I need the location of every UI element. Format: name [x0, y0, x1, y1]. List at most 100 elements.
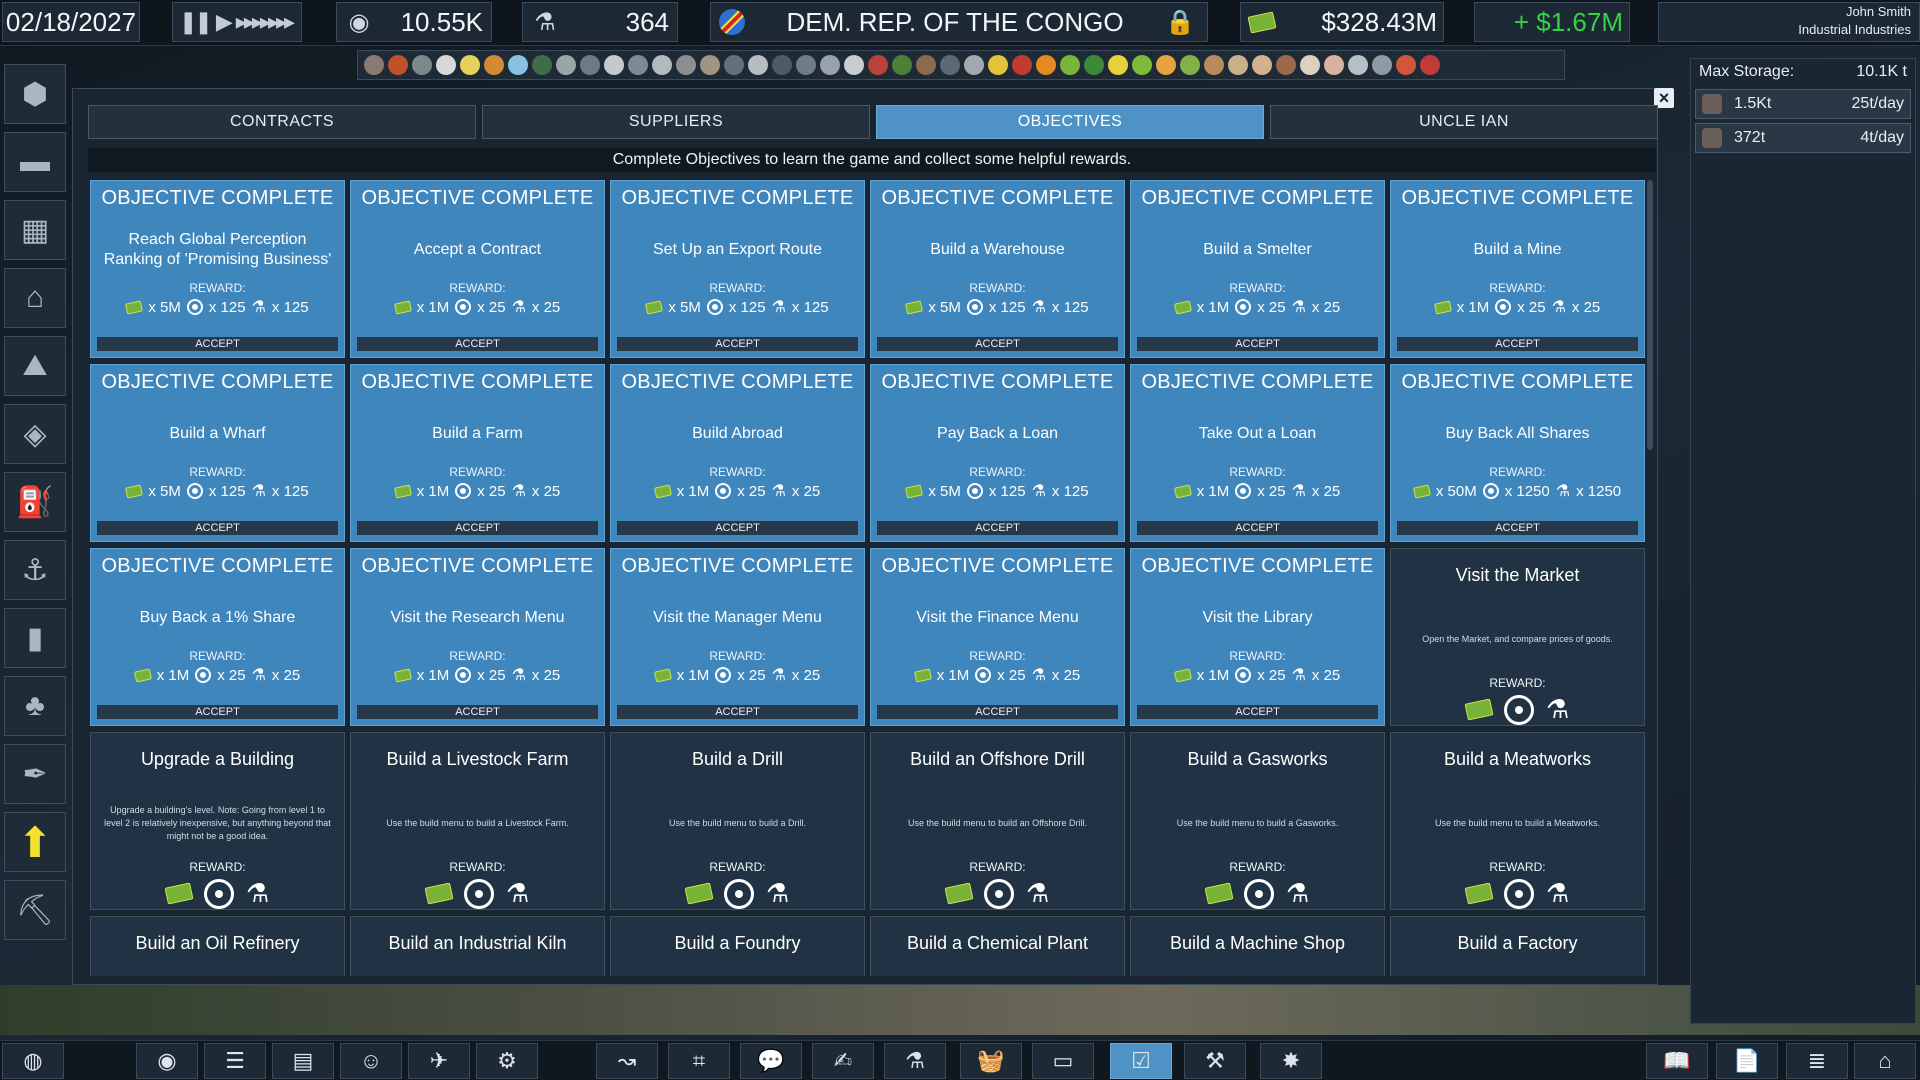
objective-card[interactable]: Build a Drill Use the build menu to build…	[610, 732, 865, 910]
resources-button[interactable]: ⬢	[4, 64, 66, 124]
good-icon[interactable]	[604, 55, 624, 75]
good-icon[interactable]	[1396, 55, 1416, 75]
objective-card-complete[interactable]: OBJECTIVE COMPLETE Set Up an Export Route…	[610, 180, 865, 358]
good-icon[interactable]	[1228, 55, 1248, 75]
mine-button[interactable]: ⛰	[4, 336, 66, 396]
good-icon[interactable]	[1252, 55, 1272, 75]
good-icon[interactable]	[1324, 55, 1344, 75]
good-icon[interactable]	[676, 55, 696, 75]
good-icon[interactable]	[772, 55, 792, 75]
good-icon[interactable]	[700, 55, 720, 75]
good-icon[interactable]	[652, 55, 672, 75]
objective-card-complete[interactable]: OBJECTIVE COMPLETE Build a Wharf REWARD: x …	[90, 364, 345, 542]
tab-suppliers[interactable]: SUPPLIERS	[482, 105, 870, 139]
good-icon[interactable]	[1420, 55, 1440, 75]
accept-button[interactable]: ACCEPT	[877, 337, 1118, 351]
accept-button[interactable]: ACCEPT	[1397, 337, 1638, 351]
accept-button[interactable]: ACCEPT	[97, 521, 338, 535]
storage-row[interactable]: 1.5Kt 25t/day	[1695, 89, 1911, 119]
home-button[interactable]: ⌂	[1854, 1043, 1916, 1079]
research-display[interactable]: ⚗ 364	[522, 2, 678, 42]
accept-button[interactable]: ACCEPT	[1137, 705, 1378, 719]
pause-icon[interactable]: ❚❚	[179, 9, 213, 35]
good-icon[interactable]	[724, 55, 744, 75]
objective-card[interactable]: Build an Industrial KilnREWARD:⚗	[350, 916, 605, 976]
library-button[interactable]: 📖	[1646, 1043, 1708, 1079]
storage-button[interactable]: ◈	[4, 404, 66, 464]
bulldozer-button[interactable]: ⛏	[4, 880, 66, 940]
good-icon[interactable]	[508, 55, 528, 75]
objective-card[interactable]: Build a Machine ShopREWARD:⚗	[1130, 916, 1385, 976]
factory-button[interactable]: ⌂	[4, 268, 66, 328]
good-icon[interactable]	[1156, 55, 1176, 75]
warehouse-button[interactable]: ▬	[4, 132, 66, 192]
objective-card-complete[interactable]: OBJECTIVE COMPLETE Buy Back a 1% Share REW…	[90, 548, 345, 726]
objective-card[interactable]: Build a Livestock Farm Use the build menu…	[350, 732, 605, 910]
objective-card-complete[interactable]: OBJECTIVE COMPLETE Visit the Manager Menu…	[610, 548, 865, 726]
objectives-scrollbar[interactable]	[1647, 180, 1653, 450]
objective-card-complete[interactable]: OBJECTIVE COMPLETE Accept a Contract REWAR…	[350, 180, 605, 358]
good-icon[interactable]	[580, 55, 600, 75]
achievements-button[interactable]: ✸	[1260, 1043, 1322, 1079]
good-icon[interactable]	[388, 55, 408, 75]
accept-button[interactable]: ACCEPT	[1137, 521, 1378, 535]
lab-button[interactable]: ⚗	[884, 1043, 946, 1079]
good-icon[interactable]	[532, 55, 552, 75]
objective-card[interactable]: Build an Offshore Drill Use the build men…	[870, 732, 1125, 910]
good-icon[interactable]	[556, 55, 576, 75]
upgrade-arrow-button[interactable]: ⬆	[4, 812, 66, 872]
fast-forward-icon[interactable]: ▸▸▸▸▸▸▸	[236, 9, 295, 35]
good-icon[interactable]	[988, 55, 1008, 75]
perception-button[interactable]: ◉	[136, 1043, 198, 1079]
storage-row[interactable]: 372t 4t/day	[1695, 123, 1911, 153]
objective-card-complete[interactable]: OBJECTIVE COMPLETE Take Out a Loan REWARD:…	[1130, 364, 1385, 542]
objective-card-complete[interactable]: OBJECTIVE COMPLETE Build a Warehouse REWAR…	[870, 180, 1125, 358]
good-icon[interactable]	[868, 55, 888, 75]
good-icon[interactable]	[1276, 55, 1296, 75]
good-icon[interactable]	[1060, 55, 1080, 75]
accept-button[interactable]: ACCEPT	[97, 705, 338, 719]
manager-button[interactable]: ☺	[340, 1043, 402, 1079]
accept-button[interactable]: ACCEPT	[97, 337, 338, 351]
good-icon[interactable]	[1036, 55, 1056, 75]
objectives-button[interactable]: ☑	[1110, 1043, 1172, 1079]
good-icon[interactable]	[460, 55, 480, 75]
globe-button[interactable]: ◍	[2, 1043, 64, 1079]
game-speed-control[interactable]: ❚❚ ▶ ▸▸▸▸▸▸▸	[172, 2, 302, 42]
objective-card[interactable]: Build an Oil RefineryREWARD:⚗	[90, 916, 345, 976]
objective-card[interactable]: Build a FactoryREWARD:⚗	[1390, 916, 1645, 976]
perception-display[interactable]: ◉ 10.55K	[336, 2, 492, 42]
good-icon[interactable]	[1300, 55, 1320, 75]
accept-button[interactable]: ACCEPT	[357, 705, 598, 719]
good-icon[interactable]	[412, 55, 432, 75]
world-map[interactable]	[0, 985, 1920, 1035]
good-icon[interactable]	[1084, 55, 1104, 75]
objective-card-complete[interactable]: OBJECTIVE COMPLETE Visit the Library REWAR…	[1130, 548, 1385, 726]
build-button[interactable]: ⚒	[1184, 1043, 1246, 1079]
cash-button[interactable]: ▭	[1032, 1043, 1094, 1079]
good-icon[interactable]	[484, 55, 504, 75]
good-icon[interactable]	[796, 55, 816, 75]
export-button[interactable]: ✈	[408, 1043, 470, 1079]
region-selector[interactable]: DEM. REP. OF THE CONGO 🔒	[710, 2, 1208, 42]
finance-button[interactable]: ✍	[812, 1043, 874, 1079]
objective-card-complete[interactable]: OBJECTIVE COMPLETE Build Abroad REWARD: x 1…	[610, 364, 865, 542]
good-icon[interactable]	[1348, 55, 1368, 75]
accept-button[interactable]: ACCEPT	[877, 521, 1118, 535]
research-button[interactable]: ⚙	[476, 1043, 538, 1079]
farm-button[interactable]: ♣	[4, 676, 66, 736]
objective-card[interactable]: Build a Gasworks Use the build menu to bu…	[1130, 732, 1385, 910]
good-icon[interactable]	[1108, 55, 1128, 75]
accept-button[interactable]: ACCEPT	[617, 521, 858, 535]
good-icon[interactable]	[964, 55, 984, 75]
objective-card[interactable]: Upgrade a Building Upgrade a building's l…	[90, 732, 345, 910]
market-button[interactable]: 🧺	[960, 1043, 1022, 1079]
good-icon[interactable]	[1180, 55, 1200, 75]
good-icon[interactable]	[844, 55, 864, 75]
good-icon[interactable]	[364, 55, 384, 75]
office-building-button[interactable]: ▦	[4, 200, 66, 260]
tab-uncle-ian[interactable]: UNCLE IAN	[1270, 105, 1658, 139]
objective-card-complete[interactable]: OBJECTIVE COMPLETE Visit the Finance Menu…	[870, 548, 1125, 726]
smokestack-button[interactable]: ▮	[4, 608, 66, 668]
play-icon[interactable]: ▶	[216, 9, 233, 35]
